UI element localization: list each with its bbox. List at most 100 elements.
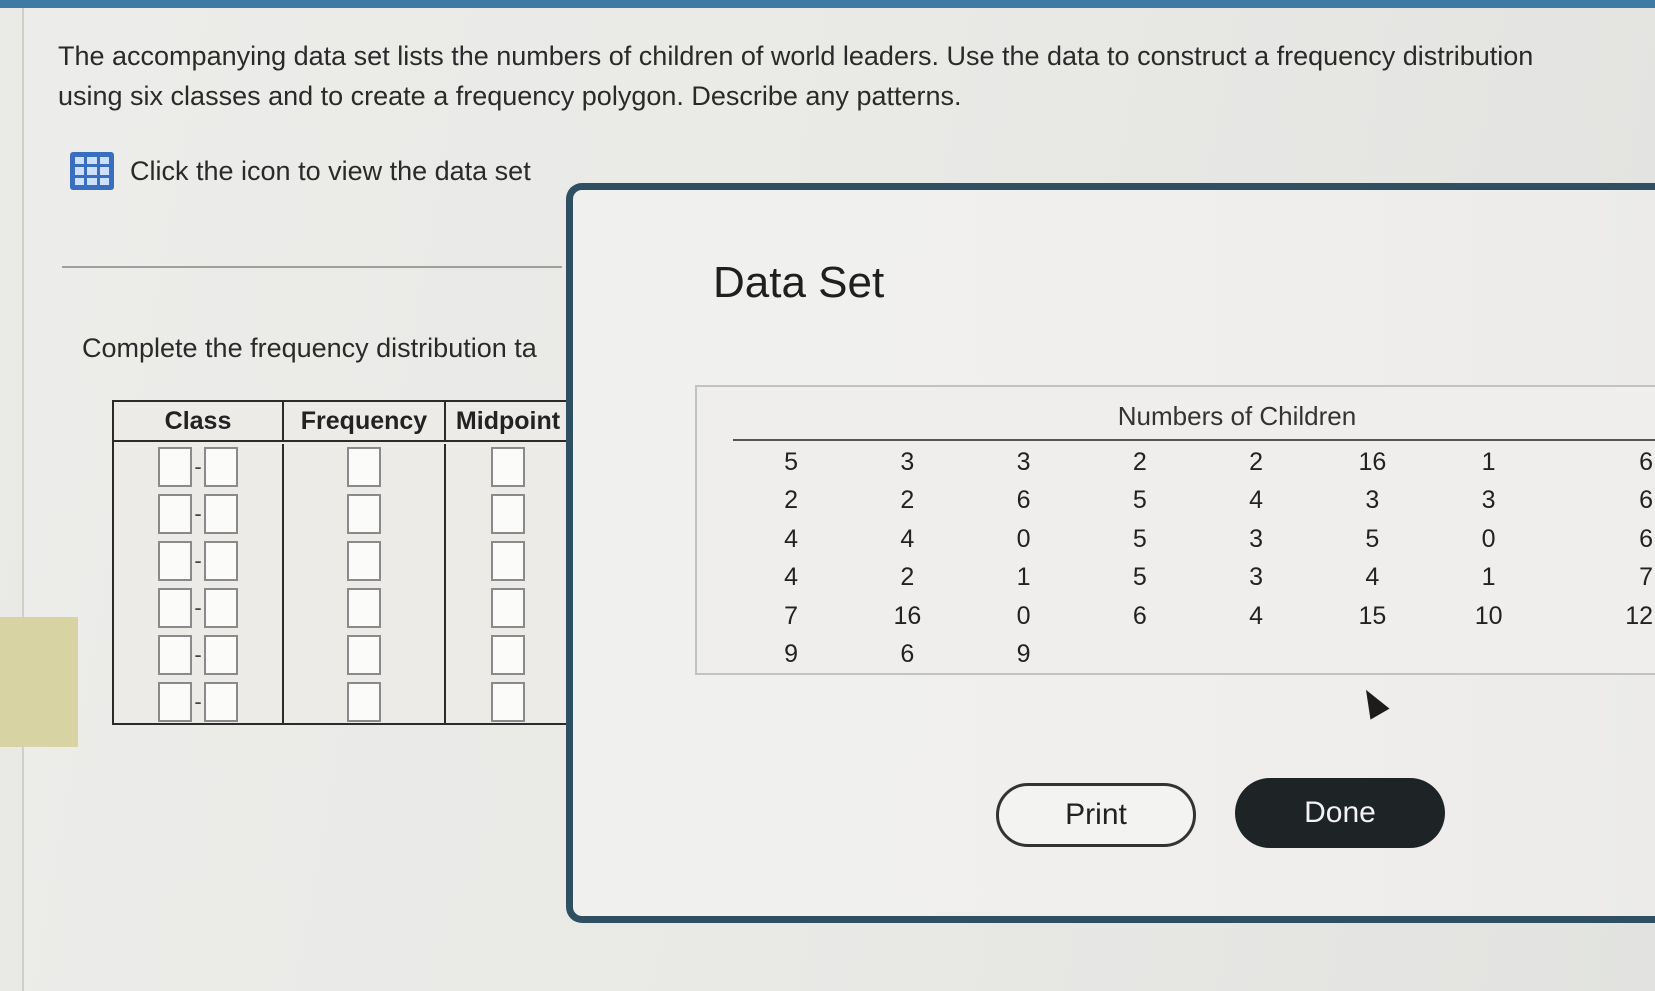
table-cell: 4 bbox=[1365, 563, 1380, 592]
frequency-distribution-table: Class Frequency Midpoint - - - - - - bbox=[112, 400, 572, 725]
instruction-text: Complete the frequency distribution ta bbox=[82, 333, 537, 363]
table-row: 4 4 0 5 3 5 0 6 bbox=[733, 520, 1655, 559]
class-range-row: - bbox=[158, 587, 238, 628]
done-button[interactable]: Done bbox=[1235, 778, 1445, 848]
table-cell: 5 bbox=[1365, 524, 1380, 553]
data-table-caption: Numbers of Children bbox=[1117, 401, 1357, 431]
data-set-dialog: Data Set Numbers of Children 5 3 3 2 2 16 1 6 2 2… bbox=[566, 183, 1655, 923]
data-table-icon[interactable] bbox=[70, 152, 114, 190]
class-lower-limit-input[interactable] bbox=[158, 541, 193, 582]
frequency-input[interactable] bbox=[347, 494, 381, 535]
table-cell: 5 bbox=[1132, 563, 1147, 592]
table-cell: 16 bbox=[1358, 447, 1387, 476]
frequency-input[interactable] bbox=[347, 634, 381, 675]
table-row: 9 6 9 bbox=[733, 636, 1655, 675]
table-row: 7 16 0 6 4 15 10 12 bbox=[733, 597, 1655, 636]
table-cell: 4 bbox=[1249, 601, 1264, 630]
table-cell: 7 bbox=[1639, 563, 1653, 592]
table-header: Class Frequency Midpoint bbox=[114, 402, 570, 442]
class-column: - - - - - - bbox=[114, 444, 284, 725]
table-cell: 2 bbox=[1132, 447, 1147, 476]
view-data-set-link[interactable]: Click the icon to view the data set bbox=[70, 152, 531, 190]
class-range-row: - bbox=[158, 447, 238, 488]
table-cell: 6 bbox=[1132, 601, 1147, 630]
table-cell: 7 bbox=[784, 601, 799, 630]
column-header-midpoint: Midpoint bbox=[455, 406, 561, 435]
table-cell: 5 bbox=[1132, 524, 1147, 553]
midpoint-input[interactable] bbox=[491, 541, 525, 582]
class-lower-limit-input[interactable] bbox=[158, 494, 193, 535]
midpoint-input[interactable] bbox=[491, 494, 525, 535]
class-upper-limit-input[interactable] bbox=[203, 447, 238, 488]
table-cell: 5 bbox=[784, 447, 799, 476]
table-cell: 5 bbox=[1132, 486, 1147, 515]
caption-rule bbox=[733, 439, 1655, 441]
midpoint-column bbox=[446, 444, 570, 725]
class-range-row: - bbox=[158, 634, 238, 675]
table-cell: 0 bbox=[1016, 524, 1031, 553]
table-cell: 6 bbox=[1639, 447, 1653, 476]
table-cell: 4 bbox=[784, 563, 799, 592]
screen: The accompanying data set lists the numb… bbox=[0, 0, 1655, 991]
table-cell: 10 bbox=[1474, 601, 1503, 630]
class-upper-limit-input[interactable] bbox=[203, 587, 238, 628]
table-cell: 4 bbox=[900, 524, 915, 553]
table-cell: 1 bbox=[1016, 563, 1031, 592]
table-cell: 1 bbox=[1481, 447, 1496, 476]
class-upper-limit-input[interactable] bbox=[203, 634, 238, 675]
table-cell: 2 bbox=[900, 563, 915, 592]
question-text: The accompanying data set lists the numb… bbox=[58, 41, 1534, 111]
print-button[interactable]: Print bbox=[996, 783, 1196, 847]
frequency-input[interactable] bbox=[347, 447, 381, 488]
class-lower-limit-input[interactable] bbox=[158, 587, 193, 628]
view-data-set-label[interactable]: Click the icon to view the data set bbox=[130, 156, 531, 187]
range-dash: - bbox=[194, 548, 202, 574]
table-cell: 3 bbox=[1481, 486, 1496, 515]
midpoint-input[interactable] bbox=[491, 634, 525, 675]
table-cell: 4 bbox=[784, 524, 799, 553]
table-cell: 4 bbox=[1249, 486, 1264, 515]
column-header-frequency: Frequency bbox=[284, 402, 446, 440]
range-dash: - bbox=[194, 501, 202, 527]
class-range-row: - bbox=[158, 494, 238, 535]
class-range-row: - bbox=[158, 681, 238, 722]
table-cell: 2 bbox=[1249, 447, 1264, 476]
range-dash: - bbox=[194, 454, 202, 480]
divider bbox=[62, 266, 562, 268]
table-cell: 9 bbox=[1016, 640, 1031, 669]
table-cell: 12 bbox=[1625, 601, 1653, 630]
table-cell: 0 bbox=[1481, 524, 1496, 553]
table-cell: 3 bbox=[1016, 447, 1031, 476]
table-cell: 2 bbox=[900, 486, 915, 515]
table-row: 5 3 3 2 2 16 1 6 bbox=[733, 443, 1655, 482]
table-cell: 6 bbox=[1639, 524, 1653, 553]
side-highlight-strip bbox=[0, 617, 78, 747]
class-upper-limit-input[interactable] bbox=[203, 541, 238, 582]
class-lower-limit-input[interactable] bbox=[158, 681, 193, 722]
frequency-input[interactable] bbox=[347, 541, 381, 582]
table-cell: 3 bbox=[900, 447, 915, 476]
table-cell: 6 bbox=[1016, 486, 1031, 515]
table-cell: 3 bbox=[1249, 524, 1264, 553]
class-lower-limit-input[interactable] bbox=[158, 634, 193, 675]
class-lower-limit-input[interactable] bbox=[158, 447, 193, 488]
class-upper-limit-input[interactable] bbox=[203, 494, 238, 535]
range-dash: - bbox=[194, 641, 202, 667]
frequency-input[interactable] bbox=[347, 681, 381, 722]
table-cell: 1 bbox=[1481, 563, 1496, 592]
frequency-input[interactable] bbox=[347, 587, 381, 628]
midpoint-input[interactable] bbox=[491, 587, 525, 628]
table-row: 4 2 1 5 3 4 1 7 bbox=[733, 559, 1655, 598]
class-upper-limit-input[interactable] bbox=[203, 681, 238, 722]
midpoint-input[interactable] bbox=[491, 681, 525, 722]
table-cell: 3 bbox=[1365, 486, 1380, 515]
table-cell: 3 bbox=[1249, 563, 1264, 592]
table-cell: 15 bbox=[1358, 601, 1387, 630]
table-cell: 6 bbox=[900, 640, 915, 669]
numbers-of-children-table: 5 3 3 2 2 16 1 6 2 2 6 5 4 3 3 6 4 4 0 5 3 5 0 6 4 2 1 5 3 4 1 7 7 16 0 6 4 1… bbox=[733, 443, 1655, 674]
midpoint-input[interactable] bbox=[491, 447, 525, 488]
table-cell: 9 bbox=[784, 640, 799, 669]
table-row: 2 2 6 5 4 3 3 6 bbox=[733, 482, 1655, 521]
table-cell: 6 bbox=[1639, 486, 1653, 515]
range-dash: - bbox=[194, 594, 202, 620]
